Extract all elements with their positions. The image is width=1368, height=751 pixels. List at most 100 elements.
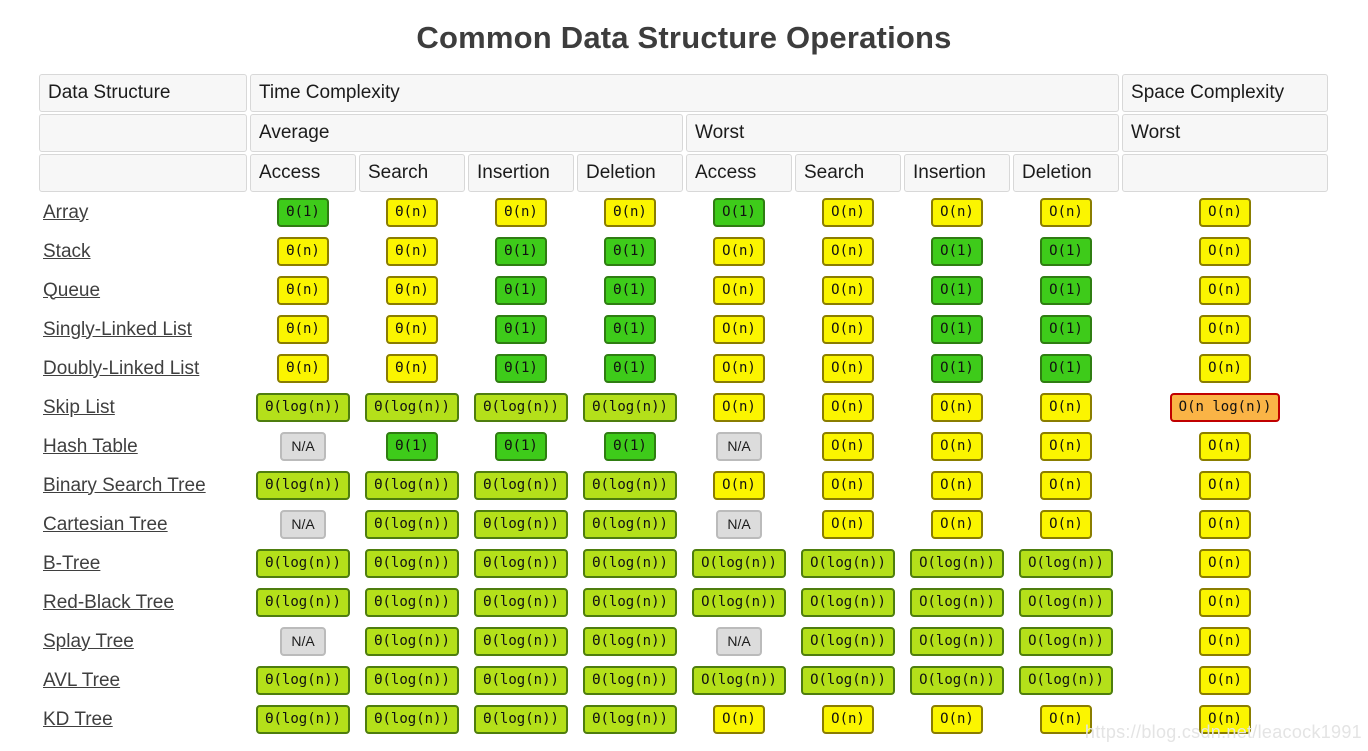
complexity-cell: O(n) <box>795 428 901 465</box>
complexity-chip-linear: O(n) <box>713 705 765 734</box>
complexity-cell: Θ(n) <box>250 350 356 387</box>
complexity-chip-log: O(log(n)) <box>1019 549 1113 578</box>
complexity-cell: O(n) <box>1122 506 1328 543</box>
complexity-chip-linear: Θ(n) <box>386 315 438 344</box>
row-label-link[interactable]: Red-Black Tree <box>39 584 247 621</box>
row-label-link[interactable]: KD Tree <box>39 701 247 738</box>
complexity-chip-const: O(1) <box>1040 354 1092 383</box>
complexity-cell: Θ(log(n)) <box>250 389 356 426</box>
row-label-link[interactable]: AVL Tree <box>39 662 247 699</box>
row-label-link[interactable]: B-Tree <box>39 545 247 582</box>
complexity-chip-linear: Θ(n) <box>495 198 547 227</box>
complexity-chip-const: O(1) <box>931 315 983 344</box>
complexity-chip-linear: Θ(n) <box>386 276 438 305</box>
complexity-chip-linear: O(n) <box>822 237 874 266</box>
complexity-cell: O(1) <box>904 311 1010 348</box>
complexity-cell: N/A <box>686 428 792 465</box>
complexity-chip-const: O(1) <box>931 354 983 383</box>
complexity-chip-log: Θ(log(n)) <box>474 549 568 578</box>
complexity-cell: O(n) <box>795 194 901 231</box>
complexity-chip-log: Θ(log(n)) <box>365 549 459 578</box>
complexity-chip-log: Θ(log(n)) <box>583 627 677 656</box>
complexity-chip-linear: Θ(n) <box>277 354 329 383</box>
complexity-chip-linear: O(n) <box>1040 198 1092 227</box>
table-row: Queue Θ(n) Θ(n) Θ(1) Θ(1) O(n) O(n) O(1) O(1) O(n… <box>39 272 1328 309</box>
complexity-chip-const: O(1) <box>1040 276 1092 305</box>
complexity-chip-linear: O(n) <box>1199 315 1251 344</box>
complexity-cell: Θ(log(n)) <box>359 584 465 621</box>
row-label-link[interactable]: Hash Table <box>39 428 247 465</box>
complexity-cell: Θ(log(n)) <box>250 467 356 504</box>
complexity-cell: O(n) <box>1013 389 1119 426</box>
complexity-cell: Θ(log(n)) <box>468 467 574 504</box>
complexity-chip-const: O(1) <box>713 198 765 227</box>
complexity-cell: O(1) <box>1013 272 1119 309</box>
complexity-cell: O(n) <box>1122 350 1328 387</box>
complexity-cell: O(n) <box>795 389 901 426</box>
complexity-chip-linear: Θ(n) <box>386 198 438 227</box>
complexity-chip-linear: O(n) <box>822 432 874 461</box>
complexity-chip-linear: O(n) <box>931 393 983 422</box>
complexity-cell: Θ(log(n)) <box>250 584 356 621</box>
complexity-chip-linear: O(n) <box>1199 432 1251 461</box>
header-time-complexity: Time Complexity <box>250 74 1120 112</box>
row-label-link[interactable]: Queue <box>39 272 247 309</box>
complexity-cell: O(n) <box>1122 545 1328 582</box>
table-row: Splay Tree N/A Θ(log(n)) Θ(log(n)) Θ(log(n))… <box>39 623 1328 660</box>
complexity-chip-nlogn: O(n log(n)) <box>1169 393 1281 422</box>
complexity-cell: O(n) <box>795 311 901 348</box>
header-blank-2 <box>39 154 247 192</box>
header-avg-deletion: Deletion <box>577 154 683 192</box>
complexity-chip-linear: O(n) <box>1040 393 1092 422</box>
complexity-chip-linear: O(n) <box>713 471 765 500</box>
header-space-complexity: Space Complexity <box>1122 74 1329 112</box>
table-row: Doubly-Linked List Θ(n) Θ(n) Θ(1) Θ(1) O(n) O(… <box>39 350 1328 387</box>
complexity-cell: O(n) <box>795 350 901 387</box>
complexity-cell: N/A <box>250 428 356 465</box>
complexity-cell: O(n) <box>904 467 1010 504</box>
row-label-link[interactable]: Binary Search Tree <box>39 467 247 504</box>
complexity-cell: O(n) <box>795 701 901 738</box>
complexity-cell: O(n) <box>795 272 901 309</box>
complexity-cell: O(n) <box>1122 467 1328 504</box>
complexity-chip-linear: O(n) <box>713 393 765 422</box>
complexity-chip-na: N/A <box>280 510 326 539</box>
complexity-cell: O(log(n)) <box>1013 623 1119 660</box>
row-label-link[interactable]: Cartesian Tree <box>39 506 247 543</box>
complexity-cell: Θ(log(n)) <box>577 662 683 699</box>
complexity-chip-linear: O(n) <box>931 198 983 227</box>
complexity-chip-log: O(log(n)) <box>910 666 1004 695</box>
table-row: B-Tree Θ(log(n)) Θ(log(n)) Θ(log(n)) Θ(log(n… <box>39 545 1328 582</box>
complexity-chip-linear: Θ(n) <box>386 237 438 266</box>
complexity-cell: O(log(n)) <box>795 584 901 621</box>
complexity-chip-log: Θ(log(n)) <box>583 510 677 539</box>
complexity-chip-linear: Θ(n) <box>386 354 438 383</box>
complexity-cell: O(n) <box>1122 584 1328 621</box>
complexity-cell: Θ(log(n)) <box>577 623 683 660</box>
row-label-link[interactable]: Array <box>39 194 247 231</box>
complexity-cell: O(n) <box>904 428 1010 465</box>
page-title: Common Data Structure Operations <box>416 20 952 55</box>
table-head: Data Structure Time Complexity Space Com… <box>39 74 1329 192</box>
table-body: Array Θ(1) Θ(n) Θ(n) Θ(n) O(1) O(n) O(n) O(n) O(n… <box>39 194 1328 738</box>
complexity-chip-linear: O(n) <box>1040 432 1092 461</box>
complexity-chip-const: Θ(1) <box>604 432 656 461</box>
complexity-cell: Θ(log(n)) <box>577 467 683 504</box>
complexity-cell: Θ(n) <box>359 194 465 231</box>
complexity-cell: O(n) <box>1122 662 1328 699</box>
row-label-link[interactable]: Stack <box>39 233 247 270</box>
row-label-link[interactable]: Skip List <box>39 389 247 426</box>
header-worst-deletion: Deletion <box>1013 154 1120 192</box>
complexity-chip-linear: O(n) <box>1199 471 1251 500</box>
row-label-link[interactable]: Singly-Linked List <box>39 311 247 348</box>
complexity-chip-log: O(log(n)) <box>910 549 1004 578</box>
row-label-link[interactable]: Doubly-Linked List <box>39 350 247 387</box>
complexity-chip-linear: O(n) <box>1199 627 1251 656</box>
complexity-cell: Θ(1) <box>577 233 683 270</box>
header-blank-3 <box>1122 154 1329 192</box>
complexity-chip-log: Θ(log(n)) <box>474 393 568 422</box>
row-label-link[interactable]: Splay Tree <box>39 623 247 660</box>
complexity-chip-linear: O(n) <box>822 354 874 383</box>
complexity-chip-linear: O(n) <box>931 471 983 500</box>
complexity-chip-na: N/A <box>280 627 326 656</box>
